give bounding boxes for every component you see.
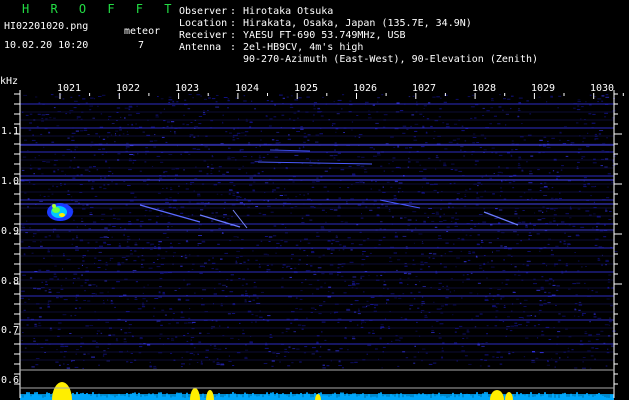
- y-axis-unit: kHz: [0, 76, 18, 87]
- x-tick-label: 1023: [175, 83, 199, 94]
- y-tick-label: 0.8: [1, 276, 19, 287]
- x-tick-label: 1022: [116, 83, 140, 94]
- noise-field: [20, 94, 618, 369]
- meteor-trace: [483, 211, 519, 226]
- head-echo: [47, 203, 73, 221]
- meteor-trace: [199, 214, 241, 228]
- y-tick-label: 0.7: [1, 325, 19, 336]
- hrofft-screen: H R O F F T HI02201020.png meteor 10.02.…: [0, 0, 629, 400]
- y-tick-marks: [14, 93, 622, 385]
- activity-strip: [20, 382, 614, 400]
- y-tick-label: 1.1: [1, 126, 19, 137]
- x-tick-label: 1025: [294, 83, 318, 94]
- spectrogram: kHz 1021 1022 1023 1024 1025 1026 1027 1…: [0, 76, 624, 400]
- y-tick-labels: 1.1 1.0 0.9 0.8 0.7 0.6: [1, 126, 19, 386]
- x-tick-label: 1028: [472, 83, 496, 94]
- x-tick-label: 1027: [412, 83, 436, 94]
- x-tick-label: 1021: [57, 83, 81, 94]
- x-tick-label: 1030: [590, 83, 614, 94]
- x-tick-label: 1026: [353, 83, 377, 94]
- y-tick-label: 0.9: [1, 226, 19, 237]
- y-tick-label: 0.6: [1, 375, 19, 386]
- meteor-trace: [269, 149, 311, 152]
- x-tick-label: 1029: [531, 83, 555, 94]
- x-tick-label: 1024: [235, 83, 259, 94]
- x-tick-labels: 1021 1022 1023 1024 1025 1026 1027 1028 …: [57, 83, 614, 94]
- y-tick-label: 1.0: [1, 176, 19, 187]
